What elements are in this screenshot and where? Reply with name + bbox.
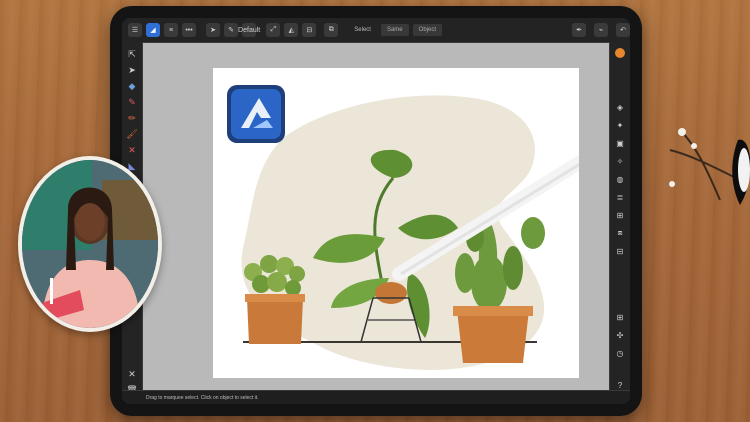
right-studio-panel: ◈ ✦ ▣ ✧ ◍ ≣ ⊞ ⧈ ⊟ ⊞ ✣ ◷ ? bbox=[609, 42, 630, 390]
history-icon[interactable]: ⊟ bbox=[613, 246, 627, 256]
brush-tool-icon[interactable]: 🖌 bbox=[125, 128, 139, 140]
stroke-icon[interactable]: ▣ bbox=[613, 138, 627, 148]
clock-icon[interactable]: ◷ bbox=[613, 348, 627, 358]
affinity-designer-logo-icon bbox=[227, 85, 285, 143]
pen-tool-icon[interactable]: ✎ bbox=[125, 96, 139, 108]
constraints-icon[interactable]: ✣ bbox=[613, 330, 627, 340]
align-icon[interactable]: ⊟ bbox=[302, 23, 317, 37]
layers-icon[interactable]: ◈ bbox=[613, 102, 627, 112]
assets-icon[interactable]: ⊞ bbox=[613, 312, 627, 322]
ipad-frame: ☰ ◢ ≡ ••• ➤ ✎ Default ⤢ ◭ ⊟ ⧉ Select Sam… bbox=[110, 6, 642, 416]
more-icon[interactable]: ••• bbox=[182, 23, 196, 37]
navigator-icon[interactable]: ⧈ bbox=[613, 228, 627, 238]
help-icon[interactable]: ? bbox=[613, 380, 627, 390]
close-icon[interactable]: ✕ bbox=[125, 368, 139, 380]
effects-icon[interactable]: ✧ bbox=[613, 156, 627, 166]
pencil-tool-icon[interactable]: ✏ bbox=[125, 112, 139, 124]
artboard[interactable] bbox=[213, 68, 630, 378]
brushes-icon[interactable]: ✦ bbox=[613, 120, 627, 130]
color-swatch-icon[interactable] bbox=[613, 48, 627, 58]
persona-selector[interactable]: Default bbox=[238, 23, 260, 37]
top-toolbar: ☰ ◢ ≡ ••• ➤ ✎ Default ⤢ ◭ ⊟ ⧉ Select Sam… bbox=[122, 18, 630, 43]
styles-icon[interactable]: ◍ bbox=[613, 174, 627, 184]
document-menu-icon[interactable]: ≡ bbox=[164, 23, 178, 37]
menu-icon[interactable]: ☰ bbox=[128, 23, 142, 37]
presenter-avatar bbox=[18, 156, 162, 332]
corner-tool-icon[interactable]: ◆ bbox=[125, 80, 139, 92]
select-label: Select bbox=[354, 27, 371, 33]
status-bar: Drag to marquee select. Click on object … bbox=[122, 390, 630, 404]
decorative-plant bbox=[669, 128, 750, 205]
move-tool-icon[interactable]: ⇱ bbox=[125, 48, 139, 60]
object-label: Object bbox=[418, 27, 436, 33]
plant-illustration bbox=[227, 85, 630, 370]
transform-icon[interactable]: ⤢ bbox=[266, 23, 281, 37]
succulent-pot bbox=[244, 255, 305, 344]
same-label: Same bbox=[386, 27, 403, 33]
brush-tool-icon[interactable]: ✎ bbox=[224, 23, 238, 37]
app-logo-icon[interactable]: ◢ bbox=[146, 23, 160, 37]
status-hint: Drag to marquee select. Click on object … bbox=[146, 394, 259, 401]
boolean-icon[interactable]: ⧉ bbox=[324, 23, 339, 37]
node-tool-icon[interactable]: ➤ bbox=[125, 64, 139, 76]
text-styles-icon[interactable]: ≣ bbox=[613, 192, 627, 202]
snapping-icon[interactable]: ⌁ bbox=[594, 23, 608, 37]
persona-label: Default bbox=[238, 26, 261, 34]
move-tool-icon[interactable]: ➤ bbox=[206, 23, 220, 37]
flip-icon[interactable]: ◭ bbox=[284, 23, 299, 37]
app-screen: ☰ ◢ ≡ ••• ➤ ✎ Default ⤢ ◭ ⊟ ⧉ Select Sam… bbox=[122, 18, 630, 404]
canvas-area[interactable] bbox=[143, 43, 630, 390]
fill-tool-icon[interactable]: ✕ bbox=[125, 144, 139, 156]
select-same-button[interactable]: Same bbox=[380, 24, 409, 36]
pen-settings-icon[interactable]: ✒ bbox=[572, 23, 586, 37]
transform-panel-icon[interactable]: ⊞ bbox=[613, 210, 627, 220]
undo-icon[interactable]: ↶ bbox=[616, 23, 630, 37]
select-object-button[interactable]: Object bbox=[412, 24, 442, 36]
